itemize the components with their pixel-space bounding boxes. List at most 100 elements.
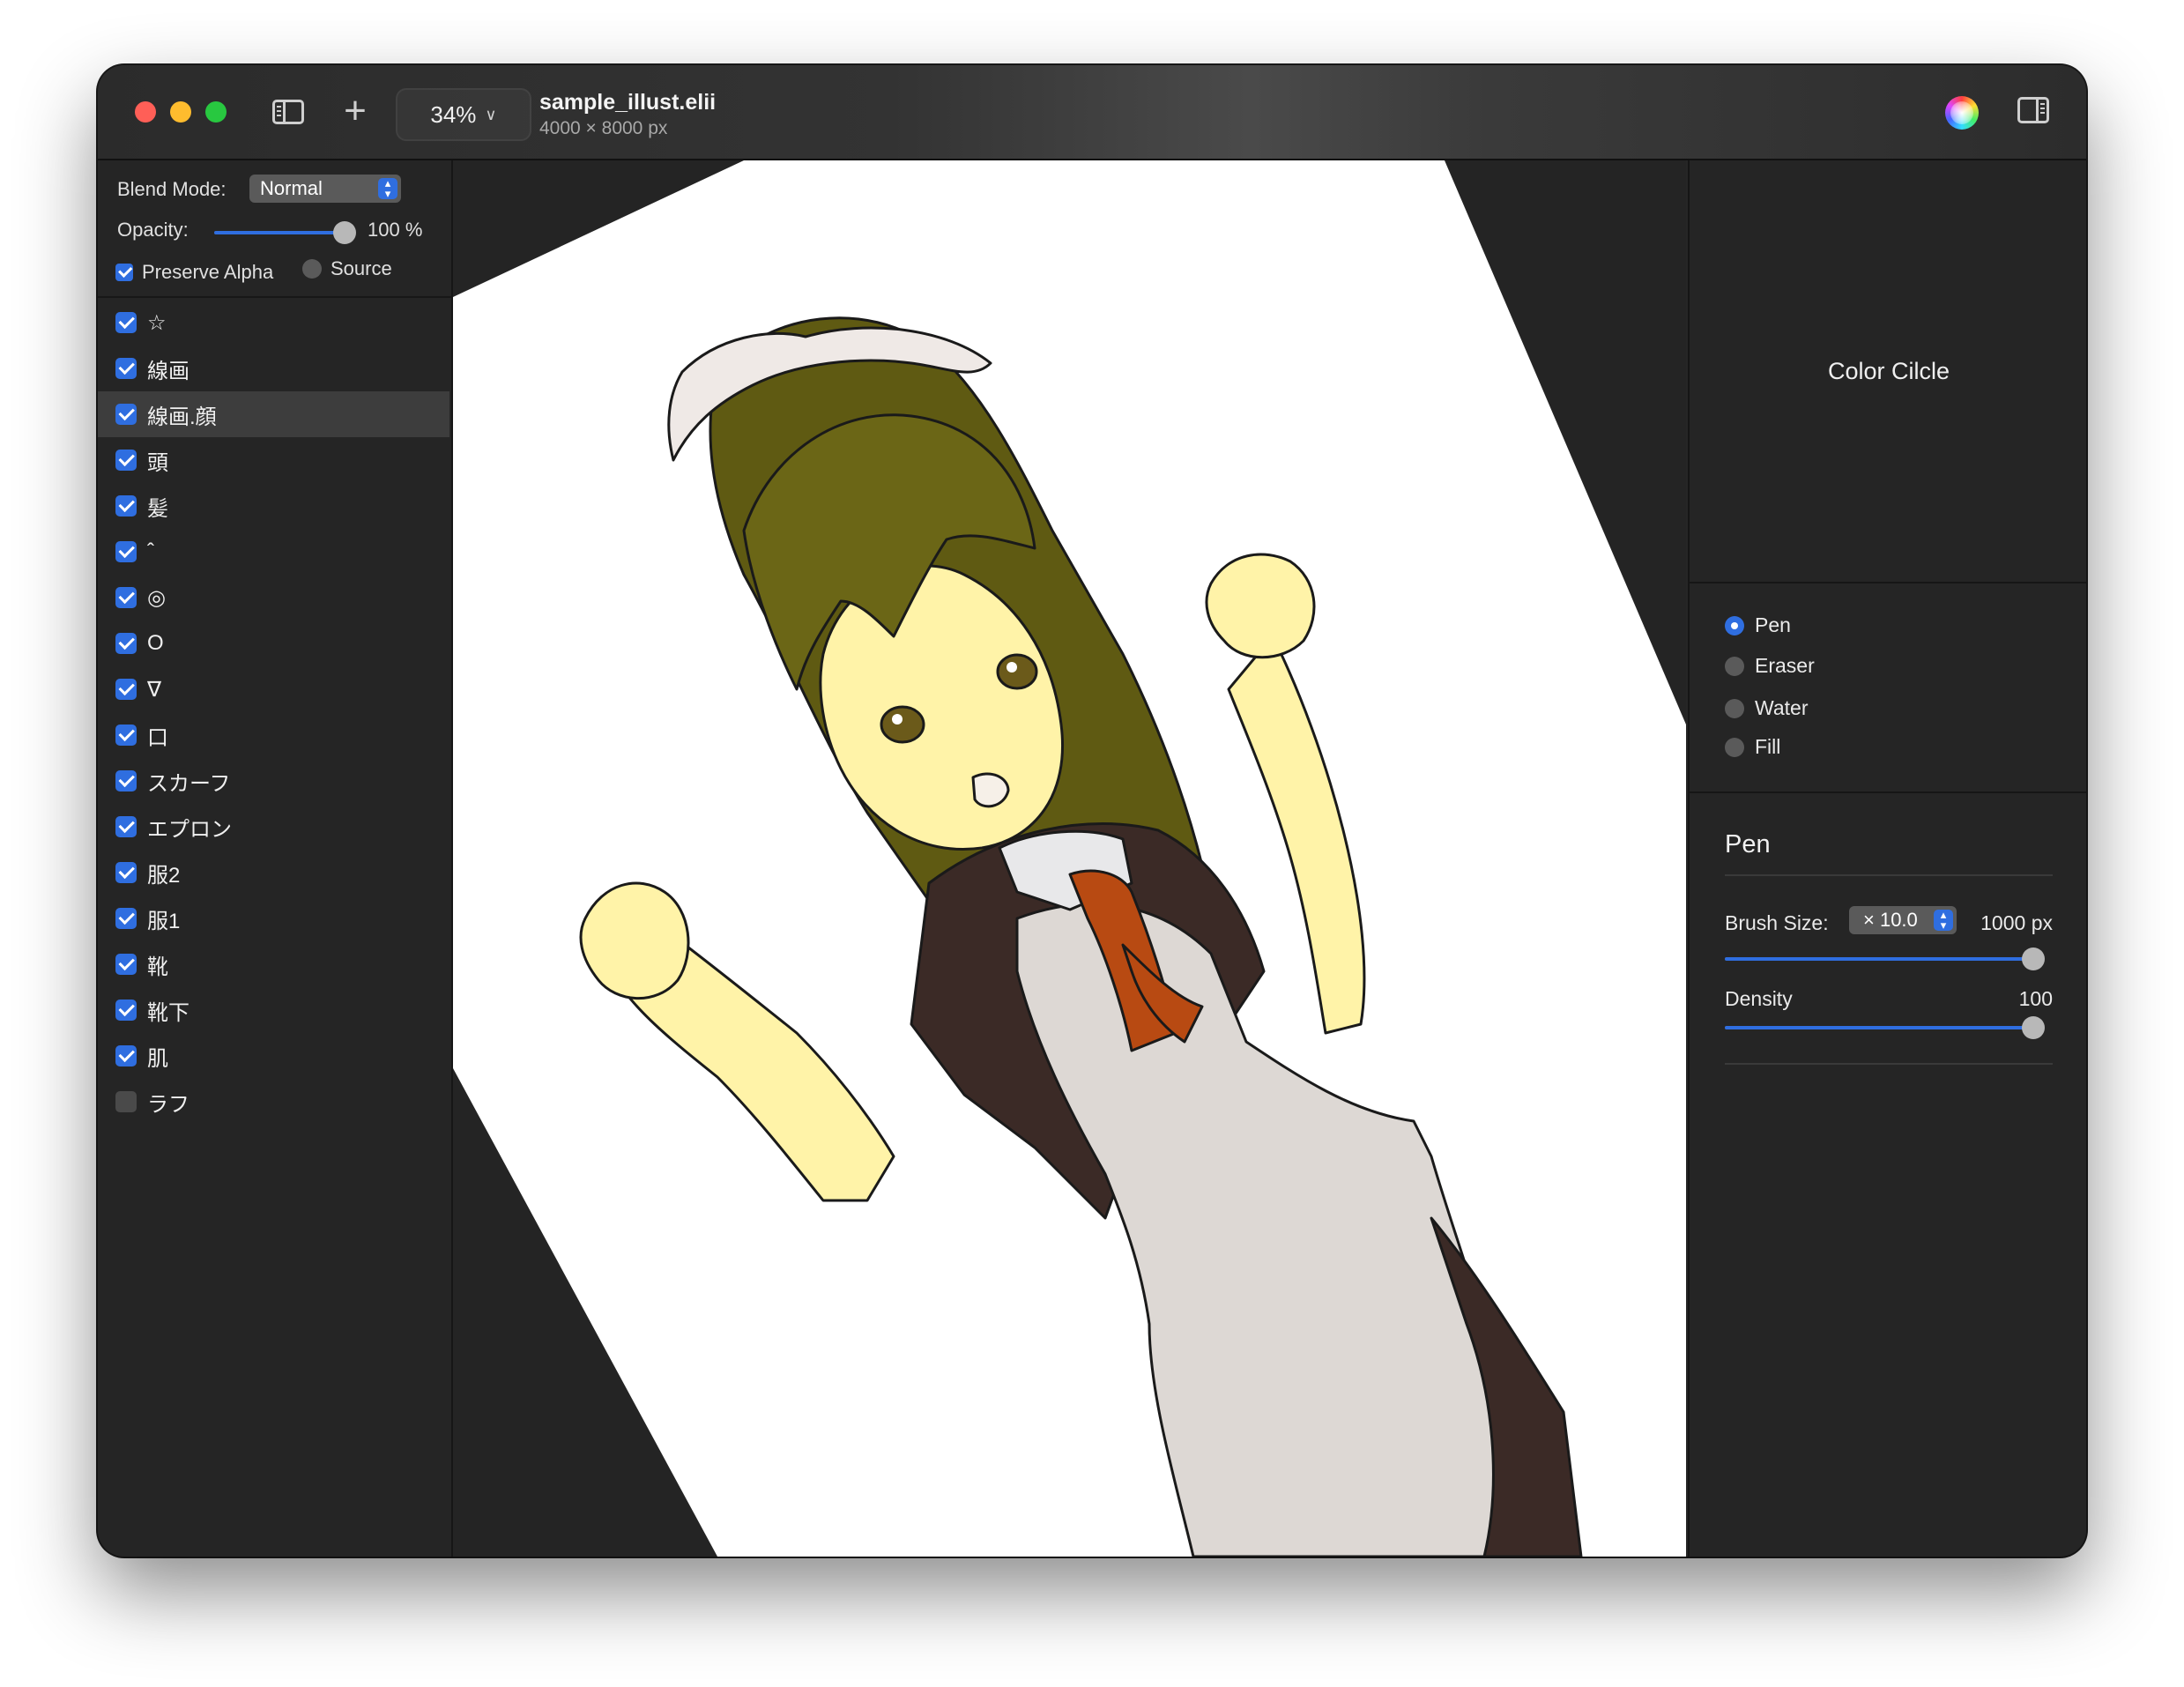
layer-row[interactable]: ◎ (98, 575, 449, 621)
layer-visibility-checkbox[interactable] (115, 862, 137, 883)
tool-label: Water (1755, 696, 1809, 719)
layer-row[interactable]: 服1 (98, 896, 449, 941)
brush-size-slider-fill (1725, 957, 2033, 961)
tool-radio-eraser[interactable]: Eraser (1725, 654, 1815, 678)
layer-row[interactable]: 服2 (98, 850, 449, 896)
layer-visibility-checkbox[interactable] (115, 954, 137, 975)
radio-icon (302, 259, 322, 279)
layer-name: 線画.顔 (147, 405, 217, 429)
color-circle-panel[interactable]: Color Cilcle (1690, 160, 2086, 583)
tool-label: Eraser (1755, 654, 1815, 677)
tool-radio-pen[interactable]: Pen (1725, 613, 1791, 637)
blend-mode-select[interactable]: Normal ▴ ▾ (249, 175, 401, 203)
source-radio[interactable]: Source (302, 257, 392, 280)
layer-name: 服1 (147, 909, 181, 933)
layer-row[interactable]: ☆ (98, 300, 449, 346)
tool-label: Pen (1755, 613, 1791, 636)
add-layer-button[interactable]: + (338, 92, 373, 130)
opacity-label: Opacity: (117, 219, 189, 241)
layer-visibility-checkbox[interactable] (115, 1000, 137, 1021)
layer-name: ラフ (147, 1092, 189, 1117)
layer-visibility-checkbox[interactable] (115, 679, 137, 700)
sidebar-toggle-button[interactable] (269, 95, 308, 129)
density-label: Density (1725, 987, 1793, 1010)
document-dimensions: 4000 × 8000 px (539, 118, 668, 138)
layer-visibility-checkbox[interactable] (115, 633, 137, 654)
layer-name: スカーフ (147, 771, 231, 796)
color-wheel-icon[interactable] (1945, 96, 1979, 130)
section-divider (1725, 1063, 2053, 1065)
tool-radio-fill[interactable]: Fill (1725, 735, 1780, 759)
close-window-button[interactable] (135, 101, 156, 123)
source-label: Source (331, 257, 392, 279)
brush-size-value: 1000 px (1980, 911, 2053, 934)
layer-visibility-checkbox[interactable] (115, 725, 137, 746)
layer-visibility-checkbox[interactable] (115, 312, 137, 333)
blend-mode-value: Normal (260, 177, 323, 199)
layer-row[interactable]: 靴下 (98, 987, 449, 1033)
brush-multiplier-stepper[interactable]: × 10.0 ▴ ▾ (1849, 906, 1957, 934)
layer-visibility-checkbox[interactable] (115, 404, 137, 425)
preserve-alpha-checkbox[interactable]: Preserve Alpha (115, 261, 273, 284)
opacity-slider-knob[interactable] (333, 221, 356, 244)
layer-visibility-checkbox[interactable] (115, 816, 137, 837)
layer-row[interactable]: 頭 (98, 437, 449, 483)
inspector-toggle-icon[interactable] (2017, 97, 2049, 123)
layer-row[interactable]: ラフ (98, 1079, 449, 1125)
layer-name: 頭 (147, 450, 168, 475)
minimize-window-button[interactable] (170, 101, 191, 123)
layer-name: 髪 (147, 496, 168, 521)
chevron-down-icon: ∨ (485, 105, 497, 123)
layer-list: ☆ 線画線画.顔頭髪 ˆ ◎ O ∇ 口スカーフエプロン服2 服1 靴靴下肌ラフ (98, 300, 449, 1125)
layer-visibility-checkbox[interactable] (115, 908, 137, 929)
preserve-alpha-label: Preserve Alpha (142, 261, 274, 283)
layer-row[interactable]: O (98, 621, 449, 666)
layer-visibility-checkbox[interactable] (115, 358, 137, 379)
layer-row[interactable]: 口 (98, 712, 449, 758)
tool-selector: Pen Eraser Water Fill (1690, 583, 2086, 793)
layer-visibility-checkbox[interactable] (115, 495, 137, 517)
layer-row[interactable]: 肌 (98, 1033, 449, 1079)
opacity-slider-fill (214, 231, 345, 234)
pen-settings: Pen Brush Size: × 10.0 ▴ ▾ 1000 px Densit… (1690, 793, 2086, 1065)
inspector-panel: Color Cilcle Pen Eraser Water Fill Pen Brus… (1688, 160, 2086, 1557)
layers-panel: Blend Mode: Normal ▴ ▾ Opacity: 100 % Pre… (98, 160, 453, 1557)
layer-name: 線画 (147, 359, 189, 383)
app-window: + 34% ∨ sample_illust.elii 4000 × 8000 p… (98, 65, 2086, 1557)
layer-visibility-checkbox[interactable] (115, 770, 137, 791)
layer-row[interactable]: 線画 (98, 346, 449, 391)
drawing-canvas[interactable] (453, 160, 1686, 1557)
layer-name: O (147, 631, 164, 655)
checkbox-icon (115, 264, 133, 281)
canvas-area[interactable] (453, 160, 1686, 1557)
updown-stepper-icon: ▴ ▾ (378, 177, 397, 199)
layer-row[interactable]: ˆ (98, 529, 449, 575)
sidebar-icon (272, 100, 304, 124)
zoom-window-button[interactable] (205, 101, 227, 123)
layer-name: エプロン (147, 817, 232, 842)
layer-row[interactable]: スカーフ (98, 758, 449, 804)
opacity-slider[interactable] (214, 221, 356, 244)
brush-size-slider-knob[interactable] (2022, 948, 2045, 970)
density-slider-knob[interactable] (2022, 1016, 2045, 1039)
radio-icon (1725, 737, 1744, 757)
layer-visibility-checkbox[interactable] (115, 1045, 137, 1066)
layer-row[interactable]: 靴 (98, 941, 449, 987)
layer-row[interactable]: 線画.顔 (98, 391, 449, 437)
layer-visibility-checkbox[interactable] (115, 450, 137, 471)
zoom-dropdown[interactable]: 34% ∨ (396, 88, 531, 141)
layer-visibility-checkbox[interactable] (115, 541, 137, 562)
pen-section-title: Pen (1725, 830, 1771, 858)
layer-name: 靴下 (147, 1000, 189, 1025)
panel-divider (98, 296, 451, 298)
layer-visibility-checkbox[interactable] (115, 587, 137, 608)
layer-row[interactable]: エプロン (98, 804, 449, 850)
layer-visibility-checkbox[interactable] (115, 1091, 137, 1112)
density-slider[interactable] (1725, 1016, 2045, 1039)
tool-radio-water[interactable]: Water (1725, 696, 1809, 720)
tool-label: Fill (1755, 735, 1781, 758)
layer-name: 服2 (147, 863, 181, 888)
layer-row[interactable]: 髪 (98, 483, 449, 529)
layer-row[interactable]: ∇ (98, 666, 449, 712)
brush-size-slider[interactable] (1725, 948, 2045, 970)
